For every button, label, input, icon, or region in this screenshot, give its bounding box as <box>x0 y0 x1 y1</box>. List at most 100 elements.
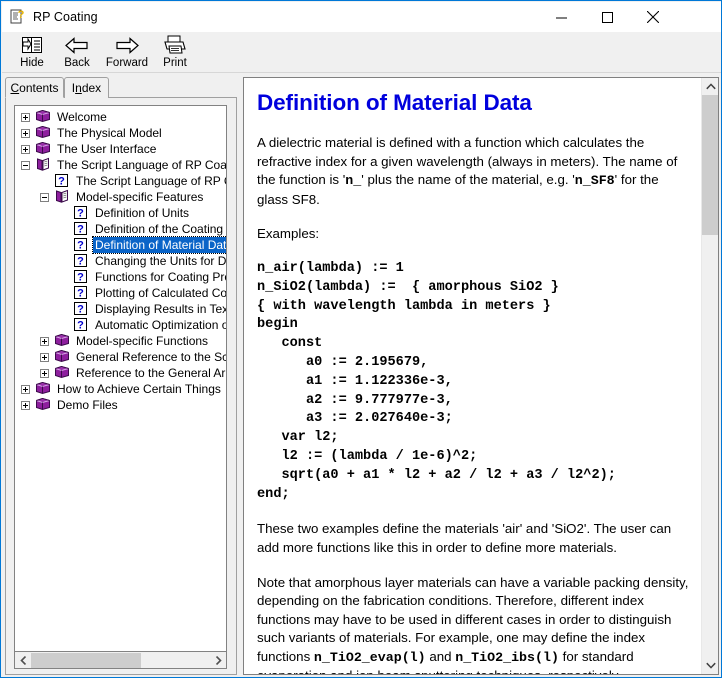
scroll-down-button[interactable] <box>702 657 718 674</box>
tree-item[interactable]: The User Interface <box>15 141 226 157</box>
open-book-icon <box>35 157 51 173</box>
tree-item-label: Reference to the General Arithmetics <box>76 366 226 380</box>
back-button[interactable]: Back <box>54 34 100 72</box>
tree-item[interactable]: Demo Files <box>15 397 226 413</box>
tree-item[interactable]: ? Definition of Units <box>15 205 226 221</box>
help-page-icon: ? <box>73 269 89 285</box>
tree-item[interactable]: How to Achieve Certain Things <box>15 381 226 397</box>
help-page-icon: ? <box>73 237 89 253</box>
expand-icon[interactable] <box>40 368 49 378</box>
back-button-label: Back <box>64 57 90 69</box>
tree-item[interactable]: ? Definition of Material Data <box>15 236 226 254</box>
minimize-button[interactable] <box>538 2 584 32</box>
tree-item[interactable]: General Reference to the Script Language <box>15 349 226 365</box>
tab-contents[interactable]: Contents <box>5 77 64 98</box>
document-vertical-scrollbar[interactable] <box>701 78 718 674</box>
tree-item[interactable]: ? Definition of the Coating <box>15 221 226 237</box>
close-button[interactable] <box>630 2 676 32</box>
tree-item[interactable]: Reference to the General Arithmetics <box>15 365 226 381</box>
document-scroll-thumb[interactable] <box>702 95 718 235</box>
closed-book-icon <box>35 109 51 125</box>
closed-book-icon <box>35 141 51 157</box>
expand-icon[interactable] <box>21 384 30 394</box>
svg-text:?: ? <box>77 208 84 220</box>
inline-code-n-sf8: n_SF8 <box>574 173 615 189</box>
contents-tree[interactable]: Welcome The Physical Model The User Interf… <box>14 105 227 652</box>
tree-scroll-track[interactable] <box>141 652 210 668</box>
tree-item-label: Functions for Coating Properties <box>95 270 226 284</box>
tab-contents-label: ontents <box>19 80 59 95</box>
svg-text:?: ? <box>77 304 84 316</box>
svg-text:?: ? <box>58 176 65 188</box>
tree-item[interactable]: Model-specific Features <box>15 189 226 205</box>
document-pane: Definition of Material Data A dielectric… <box>243 77 719 675</box>
help-window: ? RP Coating Hide Back Forward Print Con… <box>0 0 722 678</box>
closed-book-icon <box>35 125 51 141</box>
forward-button[interactable]: Forward <box>100 34 154 72</box>
expand-icon[interactable] <box>40 352 49 362</box>
tree-item-label: The Script Language of RP Coating <box>76 174 226 188</box>
collapse-icon[interactable] <box>21 160 30 170</box>
paragraph-examples-note: These two examples define the materials … <box>257 521 672 555</box>
maximize-button[interactable] <box>584 2 630 32</box>
scroll-right-button[interactable] <box>210 653 226 668</box>
tab-strip: Contents Index <box>5 77 237 98</box>
tree-item-label: Displaying Results in Text Form <box>95 302 226 316</box>
closed-book-icon <box>54 349 70 365</box>
tree-horizontal-scrollbar[interactable] <box>14 652 227 669</box>
closed-book-icon <box>35 397 51 413</box>
help-page-icon: ? <box>73 205 89 221</box>
svg-text:?: ? <box>77 288 84 300</box>
tab-index[interactable]: Index <box>64 77 109 98</box>
tree-item[interactable]: ? Functions for Coating Properties <box>15 269 226 285</box>
code-block: n_air(lambda) := 1 n_SiO2(lambda) := { a… <box>257 260 616 502</box>
tree-item[interactable]: Model-specific Functions <box>15 333 226 349</box>
tree-item[interactable]: ? Automatic Optimization of Coatings <box>15 317 226 333</box>
tree-item[interactable]: The Script Language of RP Coating <box>15 157 226 173</box>
svg-text:?: ? <box>77 320 84 332</box>
hide-button[interactable]: Hide <box>10 34 54 72</box>
expand-icon[interactable] <box>21 128 30 138</box>
help-page-icon: ? <box>73 285 89 301</box>
tree-item-label: Changing the Units for Dimensions <box>95 254 227 268</box>
tab-contents-accel: C <box>10 80 20 95</box>
print-button[interactable]: Print <box>154 34 196 72</box>
print-button-label: Print <box>163 57 187 69</box>
title-bar: ? RP Coating <box>2 2 721 32</box>
closed-book-icon <box>35 381 51 397</box>
arrow-left-icon <box>62 34 92 56</box>
help-page-icon: ? <box>73 317 89 333</box>
tree-item-label: Definition of the Coating <box>95 222 224 236</box>
inline-code-n-prefix: n_ <box>345 173 362 189</box>
tree-item[interactable]: ? The Script Language of RP Coating <box>15 173 226 189</box>
tree-item[interactable]: ? Displaying Results in Text Form <box>15 301 226 317</box>
expand-icon[interactable] <box>40 336 49 346</box>
expand-icon[interactable] <box>21 112 30 122</box>
inline-code-tio2-evap: n_TiO2_evap(l) <box>313 649 426 665</box>
examples-label: Examples: <box>257 226 320 242</box>
arrow-right-icon <box>112 34 142 56</box>
help-page-icon: ? <box>73 301 89 317</box>
tree-item[interactable]: The Physical Model <box>15 125 226 141</box>
scroll-up-button[interactable] <box>702 78 718 95</box>
closed-book-icon <box>54 333 70 349</box>
expand-icon[interactable] <box>21 400 30 410</box>
collapse-icon[interactable] <box>40 192 49 202</box>
tree-scroll-thumb[interactable] <box>31 652 141 668</box>
tree-item-label: How to Achieve Certain Things <box>57 382 221 396</box>
svg-text:?: ? <box>77 224 84 236</box>
tree-item-label: Model-specific Features <box>76 190 204 204</box>
scroll-left-button[interactable] <box>15 653 31 668</box>
tree-item[interactable]: ? Changing the Units for Dimensions <box>15 253 227 269</box>
expand-icon[interactable] <box>21 144 30 154</box>
tree-item-label: Automatic Optimization of Coatings <box>95 318 226 332</box>
forward-button-label: Forward <box>105 57 149 69</box>
tree-item[interactable]: Welcome <box>15 109 226 125</box>
tree-item[interactable]: ? Plotting of Calculated Coating Properti… <box>15 285 226 301</box>
tree-item-label: Definition of Units <box>95 206 190 220</box>
hide-button-label: Hide <box>20 57 44 69</box>
